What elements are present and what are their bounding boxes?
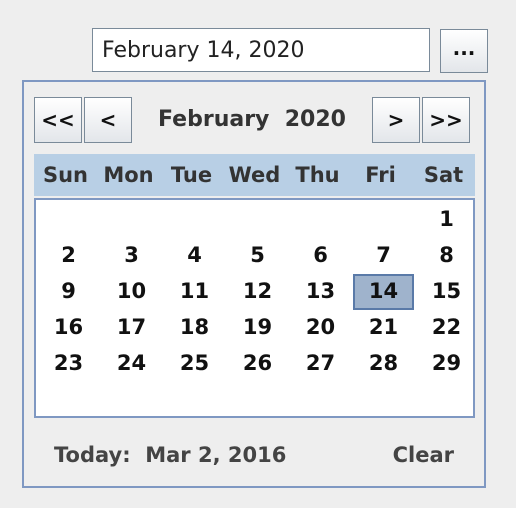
day-20[interactable]: 20 [290,310,351,346]
next-year-button[interactable]: >> [422,97,470,143]
weekday-tue: Tue [170,163,213,187]
calendar-popup: << < February 2020 > >> Sun Mon Tue Wed … [22,80,486,488]
weekday-header: Sun Mon Tue Wed Thu Fri Sat [34,154,475,196]
weekday-fri: Fri [365,163,396,187]
day-9[interactable]: 9 [38,274,99,310]
date-picker-window: ... << < February 2020 > >> Sun Mon Tue … [0,0,516,508]
day-6[interactable]: 6 [290,238,351,274]
day-21[interactable]: 21 [353,310,414,346]
day-13[interactable]: 13 [290,274,351,310]
day-grid: 1 2 3 4 5 6 7 8 9 10 11 12 13 14 15 16 17 18 19 20 21 22 23 24 2… [34,198,475,418]
day-17[interactable]: 17 [101,310,162,346]
day-5[interactable]: 5 [227,238,288,274]
weekday-thu: Thu [295,163,340,187]
day-24[interactable]: 24 [101,346,162,382]
next-month-button[interactable]: > [372,97,420,143]
day-1[interactable]: 1 [416,202,477,238]
day-4[interactable]: 4 [164,238,225,274]
date-input-field[interactable] [92,28,430,72]
day-27[interactable]: 27 [290,346,351,382]
weekday-wed: Wed [228,163,281,187]
day-26[interactable]: 26 [227,346,288,382]
day-14[interactable]: 14 [353,274,414,310]
day-2[interactable]: 2 [38,238,99,274]
clear-button[interactable]: Clear [393,438,454,472]
open-calendar-button[interactable]: ... [440,29,488,73]
previous-month-button[interactable]: < [84,97,132,143]
weekday-sat: Sat [423,163,464,187]
day-7[interactable]: 7 [353,238,414,274]
day-23[interactable]: 23 [38,346,99,382]
day-22[interactable]: 22 [416,310,477,346]
day-18[interactable]: 18 [164,310,225,346]
day-28[interactable]: 28 [353,346,414,382]
day-19[interactable]: 19 [227,310,288,346]
day-10[interactable]: 10 [101,274,162,310]
day-29[interactable]: 29 [416,346,477,382]
day-8[interactable]: 8 [416,238,477,274]
day-25[interactable]: 25 [164,346,225,382]
weekday-sun: Sun [42,163,89,187]
today-link[interactable]: Today: Mar 2, 2016 [54,438,286,472]
previous-year-button[interactable]: << [34,97,82,143]
day-12[interactable]: 12 [227,274,288,310]
day-3[interactable]: 3 [101,238,162,274]
weekday-mon: Mon [103,163,154,187]
day-16[interactable]: 16 [38,310,99,346]
month-year-label: February 2020 [158,107,346,132]
day-15[interactable]: 15 [416,274,477,310]
day-11[interactable]: 11 [164,274,225,310]
